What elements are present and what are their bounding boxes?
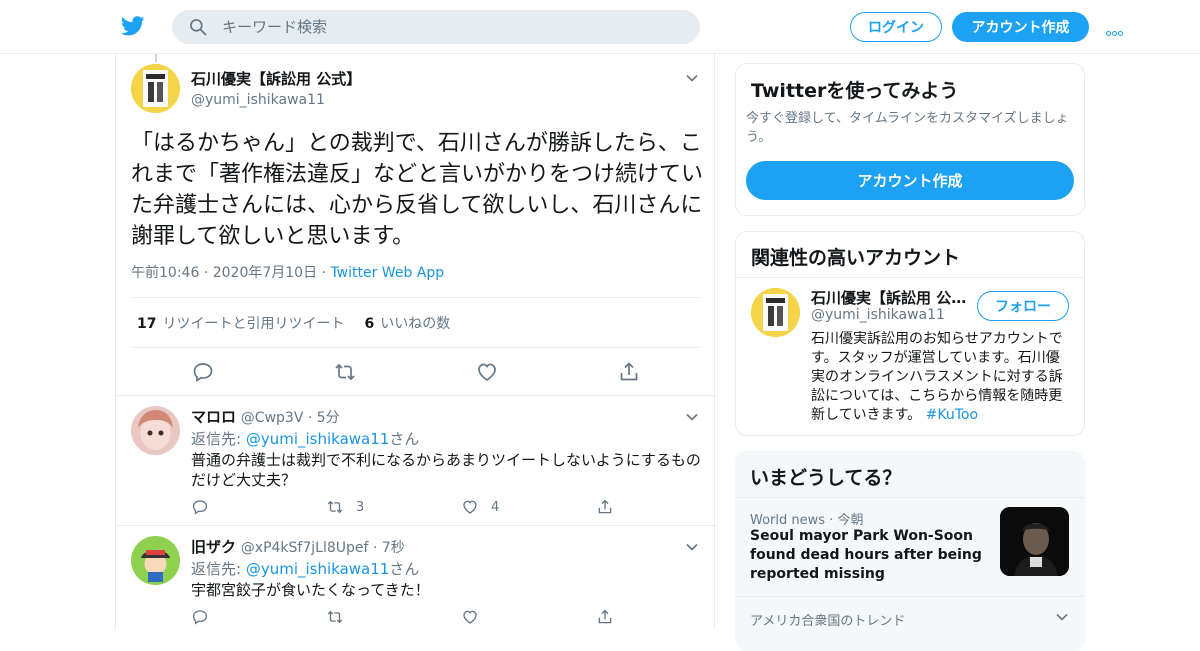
reply-author-name[interactable]: マロロ [191,408,236,426]
chevron-down-icon[interactable] [685,410,699,424]
top-bar: ログイン アカウント作成 [0,0,1200,54]
reply-text: 普通の弁護士は裁判で不利になるからあまりツイートしないようにするものだけど大丈夫… [191,451,701,489]
share-icon[interactable] [596,608,614,626]
reply-context: 返信先: @yumi_ishikawa11さん [191,560,420,578]
trend-headline[interactable]: Seoul mayor Park Won-Soon found dead hou… [750,527,995,584]
search-icon [190,19,207,36]
share-icon[interactable] [617,360,641,384]
signup-card-description: 今すぐ登録して、タイムラインをカスタマイズしましょう。 [746,111,1069,145]
tweet-author-handle[interactable]: @yumi_ishikawa11 [191,92,361,108]
divider [735,497,1085,498]
reply-actions [191,608,731,626]
follow-button[interactable]: フォロー [977,291,1069,321]
signup-card-button[interactable]: アカウント作成 [746,161,1074,200]
reply-icon[interactable] [191,608,209,626]
reply-author-name[interactable]: 旧ザク [191,538,236,556]
chevron-down-icon[interactable] [685,540,699,554]
twitter-logo-icon[interactable] [120,14,146,38]
trend-location: アメリカ合衆国のトレンド [750,614,906,629]
reply-actions: 3 4 [191,498,731,516]
like-icon[interactable] [461,498,479,516]
divider [735,596,1085,597]
reply-author-handle[interactable]: @Cwp3V [241,410,304,426]
reply-text: 宇都宮餃子が食いたくなってきた！ [191,581,430,599]
trends-card-title: いまどうしてる？ [750,467,902,489]
tweet-text: 「はるかちゃん」との裁判で、石川さんが勝訴したら、これまで「著作権法違反」などと… [131,131,704,249]
hashtag-link[interactable]: #KuToo [926,407,978,423]
retweet-stat[interactable]: 17 リツイートと引用リツイート [137,313,344,333]
retweet-icon[interactable] [333,360,357,384]
timeline: 石川優実【訴訟用 公式】 @yumi_ishikawa11 「はるかちゃん」との… [115,54,716,630]
trends-card: いまどうしてる？ World news · 今朝 Seoul mayor Par… [735,451,1085,651]
retweet-icon[interactable] [326,608,344,626]
reply-mention-link[interactable]: @yumi_ishikawa11 [246,560,389,578]
signup-button[interactable]: アカウント作成 [952,12,1089,42]
reply-tweet[interactable]: マロロ @Cwp3V · 5分 返信先: @yumi_ishikawa11さん … [116,396,716,526]
related-account-name[interactable]: 石川優実【訴訟用 公式】 [811,287,969,308]
retweet-icon[interactable] [326,498,344,516]
like-icon[interactable] [475,360,499,384]
more-options-icon[interactable] [1106,17,1130,37]
avatar[interactable] [131,64,180,113]
retweet-count: 3 [356,499,365,515]
tweet-app-link[interactable]: Twitter Web App [330,265,444,281]
reply-author-handle[interactable]: @xP4kSf7jLl8Upef [241,540,369,556]
tweet-author-name[interactable]: 石川優実【訴訟用 公式】 [191,68,361,89]
share-icon[interactable] [596,498,614,516]
related-accounts-card: 関連性の高いアカウント 石川優実【訴訟用 公式】 @yumi_ishikawa1… [735,231,1085,436]
like-icon[interactable] [461,608,479,626]
related-account-bio: 石川優実訴訟用のお知らせアカウントです。スタッフが運営しています。石川優実のオン… [811,331,1063,423]
avatar[interactable] [131,406,180,455]
reply-age[interactable]: 7秒 [382,540,405,556]
tweet-stats: 17 リツイートと引用リツイート 6 いいねの数 [131,297,700,348]
reply-context: 返信先: @yumi_ishikawa11さん [191,430,420,448]
tweet-time[interactable]: 午前10:46 [131,265,199,281]
main-tweet: 石川優実【訴訟用 公式】 @yumi_ishikawa11 「はるかちゃん」との… [116,54,716,396]
avatar[interactable] [751,288,800,337]
trend-category: World news · 今朝 [750,513,864,528]
related-account-handle[interactable]: @yumi_ishikawa11 [811,307,945,323]
reply-mention-link[interactable]: @yumi_ishikawa11 [246,430,389,448]
reply-age[interactable]: 5分 [317,410,340,426]
signup-card: Twitterを使ってみよう 今すぐ登録して、タイムラインをカスタマイズしましょ… [735,63,1085,216]
reply-tweet[interactable]: 旧ザク @xP4kSf7jLl8Upef · 7秒 返信先: @yumi_ish… [116,526,716,636]
divider [736,277,1084,278]
search-input[interactable] [222,18,662,36]
chevron-down-icon[interactable] [685,71,699,85]
search-bar[interactable] [172,10,700,44]
login-button[interactable]: ログイン [850,12,942,42]
related-card-title: 関連性の高いアカウント [751,247,961,269]
avatar[interactable] [131,536,180,585]
reply-icon[interactable] [191,360,215,384]
like-count: 4 [491,499,500,515]
like-stat[interactable]: 6 いいねの数 [364,313,450,333]
tweet-actions [191,360,641,384]
signup-card-title: Twitterを使ってみよう [751,80,959,102]
tweet-date[interactable]: 2020年7月10日 [213,265,317,281]
trend-thumbnail[interactable] [1000,507,1069,576]
reply-icon[interactable] [191,498,209,516]
chevron-down-icon[interactable] [1055,610,1069,624]
tweet-meta: 午前10:46 · 2020年7月10日 · Twitter Web App [131,265,445,281]
